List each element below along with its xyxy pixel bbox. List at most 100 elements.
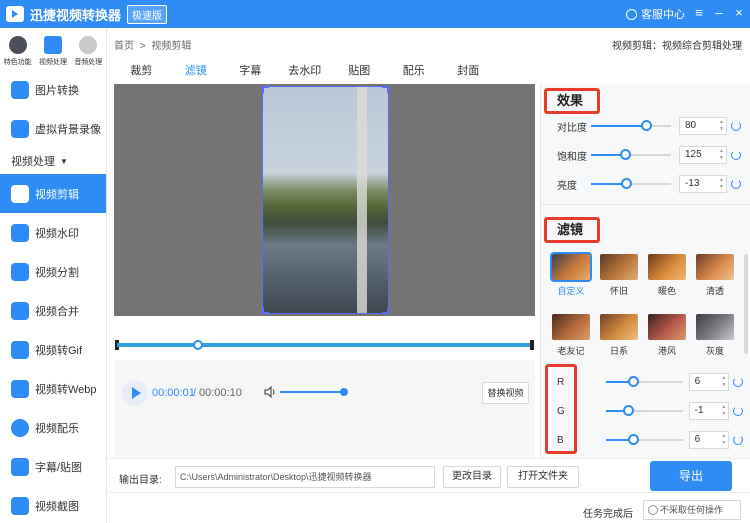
reset-icon[interactable]: [731, 179, 741, 189]
sidebar-item-video-merge[interactable]: 视频合并: [0, 291, 106, 330]
filter-clear[interactable]: 清透: [695, 254, 735, 297]
brightness-control: 亮度 -13 ▲ ▼: [557, 174, 743, 194]
time-separator: /: [193, 387, 197, 399]
spinner-arrows-icon[interactable]: ▲ ▼: [721, 375, 726, 389]
edition-badge: 极速版: [127, 4, 168, 24]
customer-service-button[interactable]: 客服中心: [626, 6, 685, 22]
tab-crop[interactable]: 裁剪: [114, 62, 169, 86]
green-input[interactable]: -1 ▲ ▼: [688, 402, 730, 420]
split-icon: [11, 262, 29, 281]
spinner-arrows-icon[interactable]: ▲ ▼: [719, 177, 724, 191]
blue-input[interactable]: 6 ▲ ▼: [688, 431, 730, 449]
reset-icon[interactable]: [733, 377, 743, 387]
sidebar-item-label: 视频配乐: [35, 422, 79, 435]
contrast-slider-thumb[interactable]: [641, 120, 652, 131]
menu-icon[interactable]: ≡: [690, 4, 708, 22]
change-directory-button[interactable]: 更改目录: [443, 466, 501, 488]
filter-hongkong[interactable]: 港风: [647, 314, 687, 357]
sidebar-item-label: 视频剪辑: [35, 188, 79, 201]
spinner-arrows-icon[interactable]: ▲ ▼: [719, 119, 724, 133]
sidebar-item-video-to-webp[interactable]: 视频转Webp: [0, 369, 106, 408]
after-task-select[interactable]: 不采取任何操作: [643, 500, 741, 520]
sidebar-item-image-convert[interactable]: 图片转换: [0, 70, 106, 109]
sidebar-item-video-edit[interactable]: 视频剪辑: [0, 174, 106, 213]
spinner-arrows-icon[interactable]: ▲ ▼: [721, 433, 726, 447]
red-slider-thumb[interactable]: [627, 376, 639, 387]
webp-icon: [11, 379, 29, 398]
app-title: 迅捷视频转换器: [30, 7, 122, 23]
blue-slider[interactable]: [605, 434, 683, 445]
crop-handle-bottom-right[interactable]: [382, 307, 388, 313]
spinner-arrows-icon[interactable]: ▲ ▼: [719, 148, 724, 162]
video-frame[interactable]: [262, 86, 389, 314]
filter-custom[interactable]: 自定义: [550, 252, 592, 297]
sidebar-item-virtual-background[interactable]: 虚拟背景录像: [0, 109, 106, 148]
red-input[interactable]: 6 ▲ ▼: [688, 373, 730, 391]
filter-nostalgia[interactable]: 怀旧: [599, 254, 639, 297]
sidebar-item-video-split[interactable]: 视频分割: [0, 252, 106, 291]
output-directory-field[interactable]: C:\Users\Administrator\Desktop\迅捷视频转换器: [175, 466, 435, 488]
contrast-input[interactable]: 80 ▲ ▼: [679, 117, 727, 135]
brightness-slider[interactable]: [591, 178, 671, 189]
tab-subtitle[interactable]: 字幕: [223, 62, 278, 86]
spinner-arrows-icon[interactable]: ▲ ▼: [721, 404, 726, 418]
filter-friends[interactable]: 老友记: [551, 314, 591, 357]
tab-music[interactable]: 配乐: [387, 62, 442, 86]
saturation-input[interactable]: 125 ▲ ▼: [679, 146, 727, 164]
filter-scrollbar[interactable]: [744, 254, 748, 354]
open-folder-button[interactable]: 打开文件夹: [507, 466, 579, 488]
sidebar-item-video-music[interactable]: 视频配乐: [0, 408, 106, 447]
reset-icon[interactable]: [733, 435, 743, 445]
crop-handle-top-left[interactable]: [263, 87, 269, 93]
minimize-icon[interactable]: –: [710, 4, 728, 22]
sticker-icon: [11, 457, 29, 476]
volume-icon[interactable]: [264, 386, 276, 398]
crop-handle-top-right[interactable]: [382, 87, 388, 93]
saturation-slider-thumb[interactable]: [620, 149, 631, 160]
brightness-slider-thumb[interactable]: [621, 178, 632, 189]
blue-slider-thumb[interactable]: [627, 434, 639, 445]
brightness-label: 亮度: [557, 180, 577, 192]
tab-video-processing[interactable]: 视频处理: [35, 28, 70, 70]
image-icon: [11, 80, 29, 99]
close-icon[interactable]: ×: [730, 4, 748, 22]
sidebar-item-subtitle-sticker[interactable]: 字幕/贴图: [0, 447, 106, 486]
tab-remove-watermark[interactable]: 去水印: [278, 62, 333, 86]
volume-slider[interactable]: [280, 391, 344, 393]
sidebar-item-label: 字幕/贴图: [35, 461, 83, 474]
saturation-control: 饱和度 125 ▲ ▼: [557, 145, 743, 165]
replace-video-button[interactable]: 替换视频: [482, 382, 529, 404]
timeline-end-handle[interactable]: [530, 340, 534, 350]
reset-icon[interactable]: [733, 406, 743, 416]
tab-filter[interactable]: 滤镜: [168, 62, 223, 86]
timeline-playhead[interactable]: [193, 340, 203, 350]
timeline-track[interactable]: [117, 343, 531, 347]
crop-handle-bottom-left[interactable]: [263, 307, 269, 313]
sidebar-group-label: 视频处理: [11, 156, 55, 168]
reset-icon[interactable]: [731, 121, 741, 131]
brightness-input[interactable]: -13 ▲ ▼: [679, 175, 727, 193]
contrast-slider[interactable]: [591, 120, 671, 131]
tab-cover[interactable]: 封面: [441, 62, 496, 86]
sidebar-item-video-to-gif[interactable]: 视频转Gif: [0, 330, 106, 369]
sidebar-item-video-watermark[interactable]: 视频水印: [0, 213, 106, 252]
play-button[interactable]: [122, 380, 148, 406]
tab-audio-processing[interactable]: 音频处理: [71, 28, 106, 70]
breadcrumb-home[interactable]: 首页: [114, 41, 134, 52]
saturation-slider[interactable]: [591, 149, 671, 160]
sidebar-item-video-screenshot[interactable]: 视频截图: [0, 486, 106, 523]
tab-featured[interactable]: 特色功能: [0, 28, 35, 70]
reset-icon[interactable]: [731, 150, 741, 160]
green-slider-thumb[interactable]: [622, 405, 634, 416]
saturation-value: 125: [685, 149, 702, 160]
filter-warm[interactable]: 暖色: [647, 254, 687, 297]
tab-sticker[interactable]: 贴图: [332, 62, 387, 86]
filter-japanese[interactable]: 日系: [599, 314, 639, 357]
filter-panel: 效果 对比度 80 ▲ ▼ 饱和度 125 ▲ ▼ 亮度 -13 ▲ ▼ 滤镜 …: [540, 84, 750, 458]
export-button[interactable]: 导出: [650, 461, 732, 491]
red-slider[interactable]: [605, 376, 683, 387]
filter-grayscale[interactable]: 灰度: [695, 314, 735, 357]
sidebar-group-video-processing[interactable]: 视频处理 ▼: [0, 148, 106, 174]
volume-slider-thumb[interactable]: [340, 388, 348, 396]
green-slider[interactable]: [605, 405, 683, 416]
